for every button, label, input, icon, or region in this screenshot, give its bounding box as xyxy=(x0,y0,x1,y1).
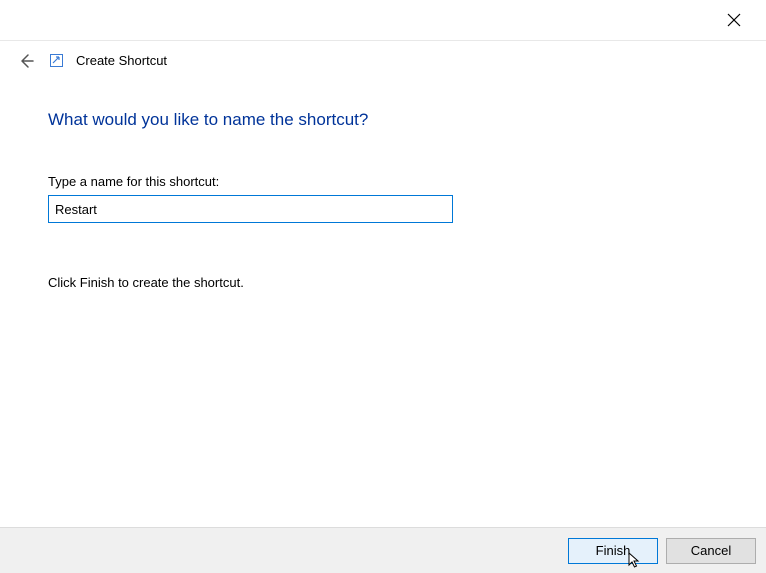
shortcut-icon xyxy=(48,53,64,69)
wizard-footer: Finish Cancel xyxy=(0,527,766,573)
close-icon xyxy=(727,13,741,27)
finish-button[interactable]: Finish xyxy=(568,538,658,564)
close-button[interactable] xyxy=(722,8,746,32)
cancel-button[interactable]: Cancel xyxy=(666,538,756,564)
page-heading: What would you like to name the shortcut… xyxy=(48,110,766,130)
shortcut-name-input[interactable] xyxy=(48,195,453,223)
hint-text: Click Finish to create the shortcut. xyxy=(48,275,766,290)
wizard-content: What would you like to name the shortcut… xyxy=(0,80,766,290)
arrow-left-icon xyxy=(18,53,34,69)
wizard-header: Create Shortcut xyxy=(0,40,766,80)
wizard-title: Create Shortcut xyxy=(76,53,167,68)
back-button[interactable] xyxy=(16,51,36,71)
title-bar xyxy=(0,0,766,40)
name-field-label: Type a name for this shortcut: xyxy=(48,174,766,189)
